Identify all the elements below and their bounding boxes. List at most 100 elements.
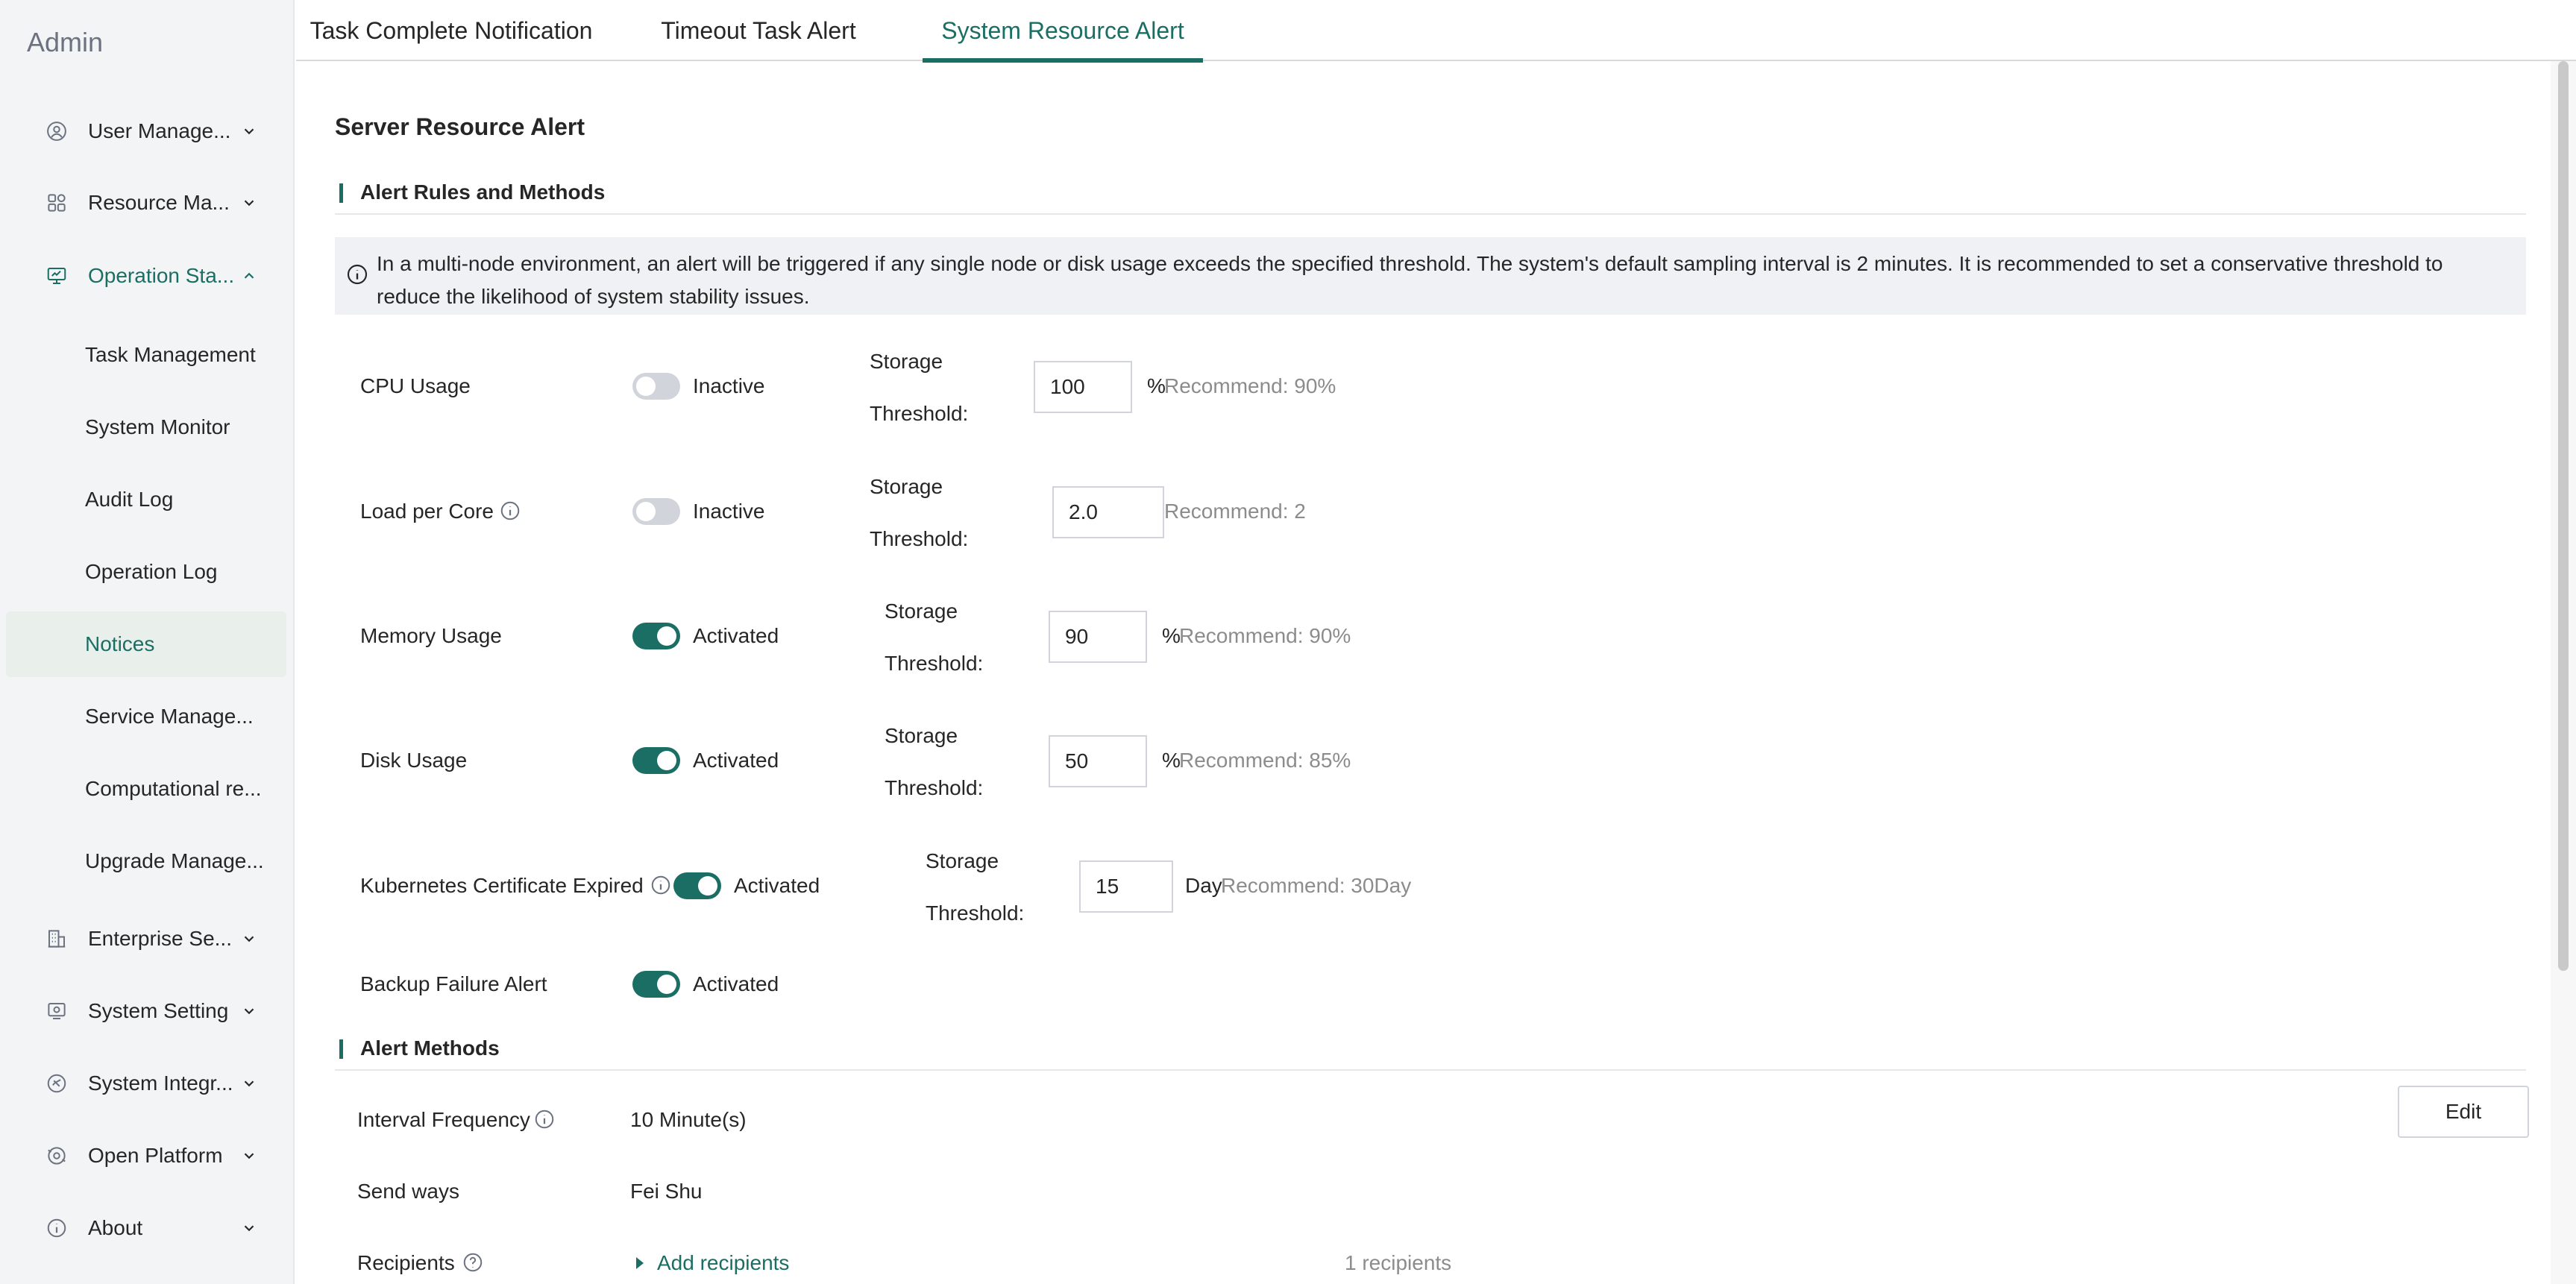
- sidebar-subitem-label: Computational re...: [85, 777, 262, 800]
- sidebar-item-label: Resource Ma...: [88, 191, 230, 214]
- threshold-label: Threshold:: [885, 652, 984, 675]
- brand-title: Admin: [27, 27, 104, 57]
- scrollbar[interactable]: [2551, 61, 2576, 1284]
- section-marker: [339, 183, 343, 203]
- sidebar-subitem-operation-log[interactable]: Operation Log: [6, 539, 286, 605]
- threshold-label: Threshold:: [885, 776, 984, 799]
- sidebar-subitem-label: Upgrade Manage...: [85, 849, 264, 872]
- section-alert-rules: Alert Rules and Methods: [335, 179, 2526, 215]
- add-recipients-label: Add recipients: [657, 1251, 790, 1274]
- cpu-unit: %: [1147, 374, 1166, 397]
- backup-toggle[interactable]: [632, 971, 680, 998]
- add-recipients-link[interactable]: Add recipients: [636, 1251, 789, 1275]
- k8s-cert-threshold-input[interactable]: [1079, 860, 1173, 913]
- integration-icon: [45, 1071, 69, 1095]
- sidebar-item-enterprise-security[interactable]: Enterprise Se...: [0, 906, 295, 972]
- sidebar-subitem-task-management[interactable]: Task Management: [6, 322, 286, 388]
- sidebar-subitem-computational-resources[interactable]: Computational re...: [6, 756, 286, 822]
- info-icon[interactable]: [499, 500, 521, 522]
- backup-status: Activated: [693, 972, 779, 995]
- interval-value: 10 Minute(s): [630, 1108, 747, 1131]
- threshold-label: Threshold:: [870, 402, 969, 425]
- memory-toggle[interactable]: [632, 623, 680, 649]
- sidebar-subitem-label: Task Management: [85, 343, 256, 366]
- tab-timeout-task-alert[interactable]: Timeout Task Alert: [657, 0, 860, 61]
- chevron-down-icon: [239, 121, 260, 142]
- recipients-label: Recipients: [357, 1251, 455, 1274]
- sidebar-item-label: User Manage...: [88, 119, 231, 142]
- cpu-status: Inactive: [693, 374, 765, 397]
- sidebar-subitem-label: Service Manage...: [85, 705, 254, 728]
- sidebar-subitem-notices[interactable]: Notices: [6, 611, 286, 677]
- sidebar: Admin User Manage... Resource Ma... Oper…: [0, 0, 295, 1284]
- rule-label-backup: Backup Failure Alert: [360, 972, 547, 995]
- sidebar-item-label: About: [88, 1216, 143, 1239]
- load-threshold-input[interactable]: [1052, 486, 1164, 538]
- section-title: Alert Methods: [360, 1036, 500, 1060]
- rule-label-load: Load per Core: [360, 500, 494, 523]
- grid-icon: [45, 191, 69, 215]
- chevron-up-icon: [239, 265, 260, 286]
- threshold-label: Storage: [926, 849, 999, 872]
- sidebar-item-system-setting[interactable]: System Setting: [0, 978, 295, 1044]
- scrollbar-thumb[interactable]: [2558, 61, 2569, 971]
- chevron-down-icon: [239, 192, 260, 213]
- sidebar-subitem-service-management[interactable]: Service Manage...: [6, 684, 286, 749]
- disk-recommend: Recommend: 85%: [1179, 749, 1351, 772]
- threshold-label: Storage: [870, 475, 943, 498]
- section-alert-methods: Alert Methods: [335, 1035, 2526, 1071]
- sidebar-item-resource-management[interactable]: Resource Ma...: [0, 170, 295, 236]
- sidebar-subitem-label: System Monitor: [85, 415, 230, 438]
- sidebar-subitem-audit-log[interactable]: Audit Log: [6, 467, 286, 532]
- cpu-toggle[interactable]: [632, 373, 680, 400]
- rule-label-cpu: CPU Usage: [360, 374, 471, 397]
- section-title: Alert Rules and Methods: [360, 180, 606, 204]
- chevron-down-icon: [239, 1218, 260, 1239]
- info-icon[interactable]: [533, 1108, 556, 1130]
- sidebar-item-system-integration[interactable]: System Integr...: [0, 1051, 295, 1116]
- sidebar-subitem-label: Notices: [85, 632, 155, 655]
- edit-button[interactable]: Edit: [2398, 1086, 2529, 1138]
- help-icon[interactable]: [462, 1251, 484, 1274]
- gear-icon: [45, 999, 69, 1023]
- sidebar-item-operation-status[interactable]: Operation Sta...: [0, 243, 295, 309]
- chevron-down-icon: [239, 1001, 260, 1022]
- section-marker: [339, 1039, 343, 1059]
- rule-label-disk: Disk Usage: [360, 749, 468, 772]
- user-circle-icon: [45, 119, 69, 143]
- memory-recommend: Recommend: 90%: [1179, 624, 1351, 647]
- sidebar-item-user-management[interactable]: User Manage...: [0, 98, 295, 164]
- disk-unit: %: [1162, 749, 1181, 772]
- sidebar-subitem-system-monitor[interactable]: System Monitor: [6, 394, 286, 460]
- threshold-label: Storage: [885, 599, 958, 623]
- k8s-cert-toggle[interactable]: [673, 872, 721, 899]
- k8s-cert-unit: Day: [1185, 874, 1222, 897]
- info-icon: [347, 264, 368, 285]
- load-status: Inactive: [693, 500, 765, 523]
- interval-label: Interval Frequency: [357, 1108, 530, 1131]
- sidebar-subitem-upgrade-management[interactable]: Upgrade Manage...: [6, 828, 286, 894]
- memory-threshold-input[interactable]: [1049, 611, 1147, 663]
- k8s-cert-recommend: Recommend: 30Day: [1221, 874, 1412, 897]
- sidebar-item-label: Enterprise Se...: [88, 927, 232, 950]
- load-toggle[interactable]: [632, 498, 680, 525]
- sidebar-item-open-platform[interactable]: Open Platform: [0, 1123, 295, 1189]
- tab-system-resource-alert[interactable]: System Resource Alert: [923, 0, 1203, 63]
- memory-status: Activated: [693, 624, 779, 647]
- cpu-threshold-input[interactable]: [1034, 361, 1132, 413]
- info-icon[interactable]: [650, 874, 672, 896]
- threshold-label: Storage: [885, 724, 958, 747]
- disk-threshold-input[interactable]: [1049, 735, 1147, 787]
- sidebar-subitem-label: Operation Log: [85, 560, 218, 583]
- sidebar-item-about[interactable]: About: [0, 1195, 295, 1261]
- sidebar-subitem-label: Audit Log: [85, 488, 174, 511]
- tab-task-complete-notification[interactable]: Task Complete Notification: [310, 0, 593, 61]
- chevron-down-icon: [239, 928, 260, 949]
- banner-text: In a multi-node environment, an alert wi…: [377, 252, 2443, 308]
- platform-icon: [45, 1144, 69, 1168]
- threshold-label: Threshold:: [926, 901, 1025, 925]
- load-recommend: Recommend: 2: [1164, 500, 1306, 523]
- info-banner: In a multi-node environment, an alert wi…: [335, 237, 2526, 315]
- send-ways-value: Fei Shu: [630, 1180, 703, 1203]
- disk-toggle[interactable]: [632, 747, 680, 774]
